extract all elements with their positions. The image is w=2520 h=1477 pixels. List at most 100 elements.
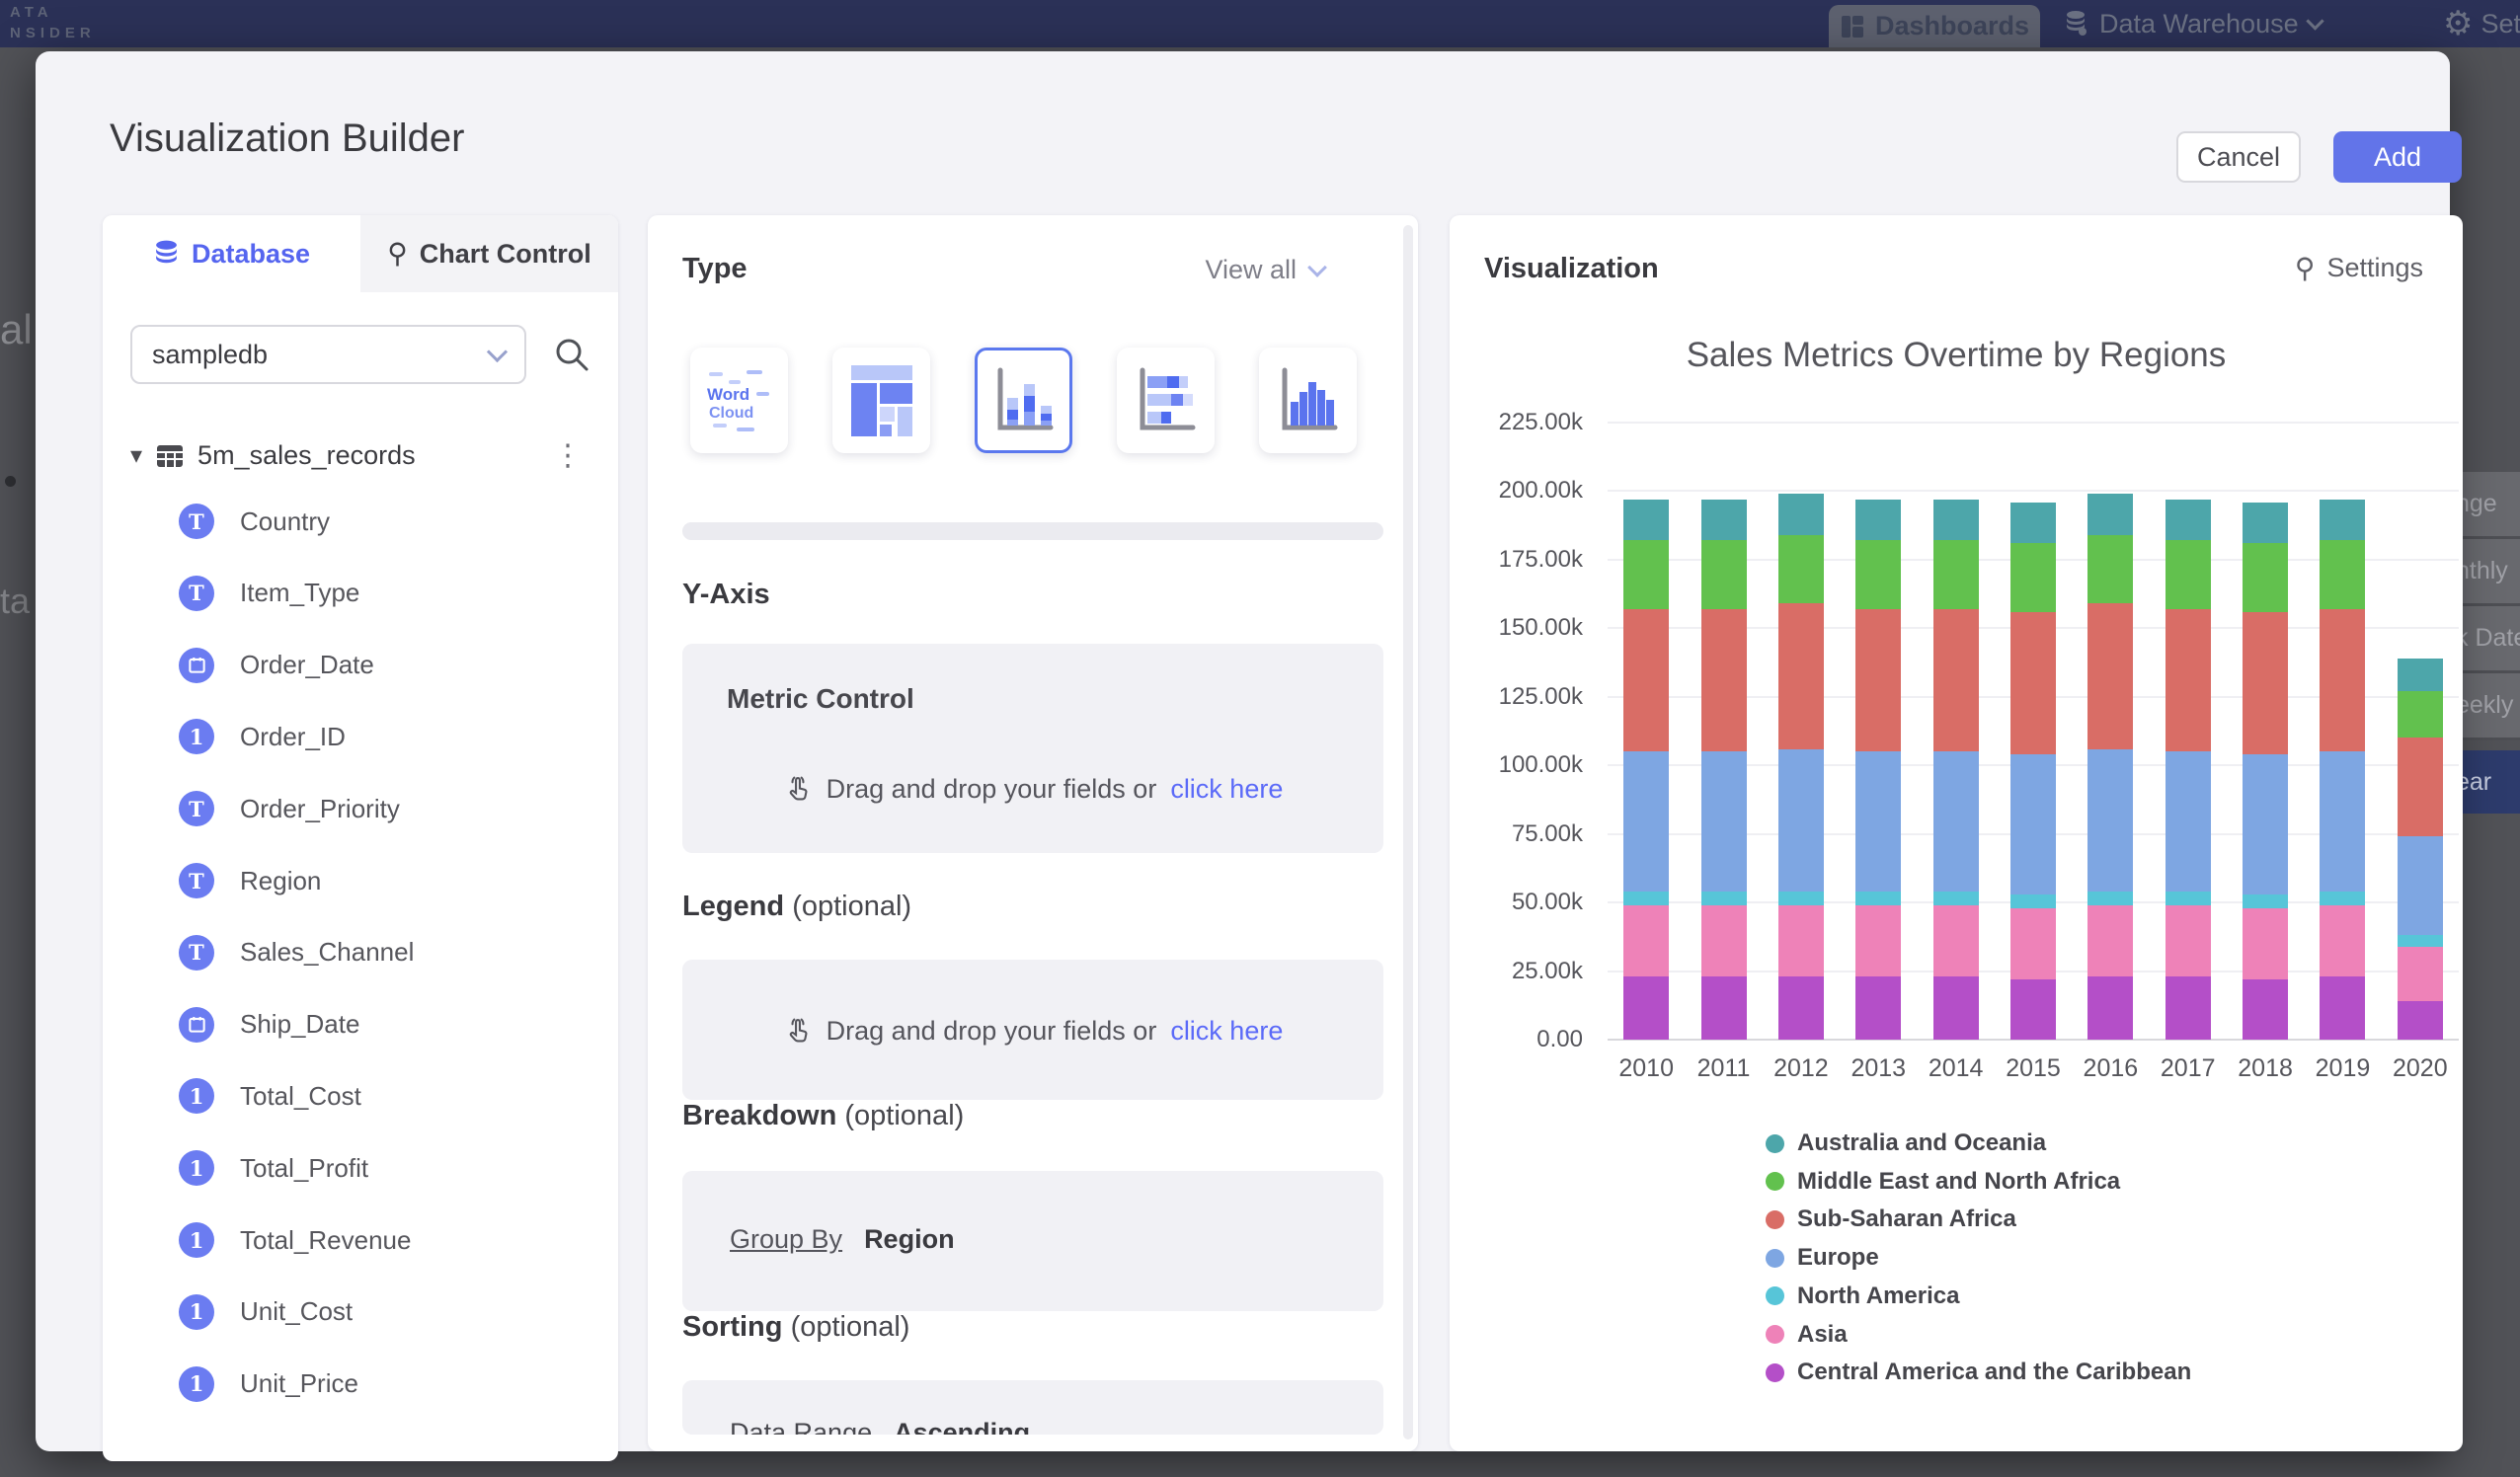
bar-segment-2018[interactable] bbox=[2243, 612, 2288, 754]
bar-segment-2012[interactable] bbox=[1778, 976, 1824, 1040]
legend-item[interactable]: Sub-Saharan Africa bbox=[1766, 1205, 2016, 1234]
bar-segment-2016[interactable] bbox=[2087, 892, 2133, 905]
bar-segment-2018[interactable] bbox=[2243, 979, 2288, 1040]
bar-segment-2020[interactable] bbox=[2398, 836, 2443, 935]
bar-segment-2019[interactable] bbox=[2320, 500, 2365, 541]
collapse-triangle-icon[interactable]: ▾ bbox=[130, 441, 142, 470]
bar-segment-2012[interactable] bbox=[1778, 905, 1824, 976]
bar-segment-2020[interactable] bbox=[2398, 659, 2443, 691]
bar-segment-2019[interactable] bbox=[2320, 892, 2365, 905]
field-row-unit_cost[interactable]: 1Unit_Cost bbox=[179, 1289, 353, 1335]
bar-segment-2020[interactable] bbox=[2398, 1001, 2443, 1040]
bar-segment-2019[interactable] bbox=[2320, 905, 2365, 976]
bar-segment-2011[interactable] bbox=[1701, 905, 1747, 976]
legend-item[interactable]: North America bbox=[1766, 1282, 1959, 1311]
bar-segment-2014[interactable] bbox=[1933, 609, 1979, 751]
legend-item[interactable]: Central America and the Caribbean bbox=[1766, 1358, 2191, 1387]
bar-segment-2017[interactable] bbox=[2166, 500, 2211, 541]
sorting-dropzone[interactable]: Data RangeAscending bbox=[682, 1380, 1383, 1435]
bar-segment-2016[interactable] bbox=[2087, 535, 2133, 603]
bar-segment-2018[interactable] bbox=[2243, 754, 2288, 894]
bar-segment-2014[interactable] bbox=[1933, 976, 1979, 1040]
tab-database[interactable]: Database bbox=[103, 215, 360, 292]
bar-segment-2018[interactable] bbox=[2243, 908, 2288, 979]
group-by-row[interactable]: Group ByRegion bbox=[730, 1224, 955, 1255]
bar-segment-2017[interactable] bbox=[2166, 609, 2211, 751]
bar-segment-2015[interactable] bbox=[2010, 894, 2056, 908]
kebab-menu-icon[interactable]: ⋮ bbox=[545, 438, 591, 473]
bar-segment-2018[interactable] bbox=[2243, 503, 2288, 544]
bar-segment-2011[interactable] bbox=[1701, 609, 1747, 751]
bar-segment-2014[interactable] bbox=[1933, 500, 1979, 541]
horizontal-scrollbar[interactable] bbox=[682, 522, 1383, 540]
group-by-label[interactable]: Group By bbox=[730, 1224, 842, 1254]
bar-segment-2015[interactable] bbox=[2010, 543, 2056, 611]
bar-segment-2017[interactable] bbox=[2166, 892, 2211, 905]
field-row-unit_price[interactable]: 1Unit_Price bbox=[179, 1361, 358, 1407]
field-row-order_date[interactable]: Order_Date bbox=[179, 643, 374, 688]
sorting-row[interactable]: Data RangeAscending bbox=[730, 1418, 1383, 1435]
bar-segment-2011[interactable] bbox=[1701, 892, 1747, 905]
legend-item[interactable]: Europe bbox=[1766, 1243, 1879, 1273]
bar-segment-2018[interactable] bbox=[2243, 543, 2288, 611]
bar-segment-2015[interactable] bbox=[2010, 503, 2056, 544]
bar-segment-2016[interactable] bbox=[2087, 603, 2133, 748]
field-row-total_revenue[interactable]: 1Total_Revenue bbox=[179, 1217, 411, 1263]
bar-segment-2011[interactable] bbox=[1701, 500, 1747, 541]
field-row-item_type[interactable]: TItem_Type bbox=[179, 571, 359, 616]
breakdown-dropzone[interactable]: Group ByRegion bbox=[682, 1171, 1383, 1311]
bar-segment-2019[interactable] bbox=[2320, 751, 2365, 892]
bar-segment-2015[interactable] bbox=[2010, 612, 2056, 754]
bar-segment-2020[interactable] bbox=[2398, 691, 2443, 738]
bar-segment-2012[interactable] bbox=[1778, 603, 1824, 748]
bar-segment-2013[interactable] bbox=[1855, 905, 1901, 976]
bar-segment-2015[interactable] bbox=[2010, 754, 2056, 894]
field-row-country[interactable]: TCountry bbox=[179, 499, 330, 544]
bar-segment-2017[interactable] bbox=[2166, 751, 2211, 892]
legend-item[interactable]: Australia and Oceania bbox=[1766, 1128, 2046, 1158]
bar-segment-2017[interactable] bbox=[2166, 540, 2211, 608]
bar-segment-2020[interactable] bbox=[2398, 738, 2443, 836]
bar-segment-2015[interactable] bbox=[2010, 908, 2056, 979]
database-select[interactable]: sampledb bbox=[130, 325, 526, 384]
bar-segment-2013[interactable] bbox=[1855, 976, 1901, 1040]
bar-segment-2016[interactable] bbox=[2087, 905, 2133, 976]
bar-segment-2019[interactable] bbox=[2320, 976, 2365, 1040]
bar-segment-2010[interactable] bbox=[1623, 751, 1669, 892]
bar-segment-2015[interactable] bbox=[2010, 979, 2056, 1040]
cancel-button[interactable]: Cancel bbox=[2176, 131, 2301, 183]
click-here-link[interactable]: click here bbox=[1170, 774, 1283, 805]
bar-segment-2016[interactable] bbox=[2087, 749, 2133, 892]
bar-segment-2012[interactable] bbox=[1778, 749, 1824, 892]
bar-segment-2013[interactable] bbox=[1855, 500, 1901, 541]
bar-segment-2017[interactable] bbox=[2166, 905, 2211, 976]
legend-dropzone[interactable]: Drag and drop your fields or click here bbox=[682, 960, 1383, 1100]
chart-type-stacked-bar[interactable] bbox=[1117, 348, 1215, 453]
bar-segment-2010[interactable] bbox=[1623, 500, 1669, 541]
chart-type-histogram[interactable] bbox=[1259, 348, 1357, 453]
bar-segment-2010[interactable] bbox=[1623, 609, 1669, 751]
bar-segment-2013[interactable] bbox=[1855, 751, 1901, 892]
metric-control-dropzone[interactable]: Metric Control Drag and drop your fields… bbox=[682, 644, 1383, 853]
bar-segment-2010[interactable] bbox=[1623, 540, 1669, 608]
bar-segment-2014[interactable] bbox=[1933, 540, 1979, 608]
bar-segment-2010[interactable] bbox=[1623, 976, 1669, 1040]
bar-segment-2010[interactable] bbox=[1623, 905, 1669, 976]
bar-segment-2011[interactable] bbox=[1701, 540, 1747, 608]
chart-type-word-cloud[interactable]: Word Cloud bbox=[690, 348, 788, 453]
bar-segment-2014[interactable] bbox=[1933, 905, 1979, 976]
field-row-sales_channel[interactable]: TSales_Channel bbox=[179, 930, 414, 975]
bar-segment-2013[interactable] bbox=[1855, 892, 1901, 905]
bar-segment-2019[interactable] bbox=[2320, 540, 2365, 608]
bar-segment-2013[interactable] bbox=[1855, 609, 1901, 751]
chart-type-treemap[interactable] bbox=[832, 348, 930, 453]
field-row-region[interactable]: TRegion bbox=[179, 858, 321, 903]
bar-segment-2020[interactable] bbox=[2398, 947, 2443, 1002]
bar-segment-2016[interactable] bbox=[2087, 494, 2133, 535]
bar-segment-2016[interactable] bbox=[2087, 976, 2133, 1040]
bar-segment-2012[interactable] bbox=[1778, 535, 1824, 603]
legend-item[interactable]: Middle East and North Africa bbox=[1766, 1167, 2120, 1197]
bar-segment-2010[interactable] bbox=[1623, 892, 1669, 905]
bar-segment-2014[interactable] bbox=[1933, 892, 1979, 905]
click-here-link[interactable]: click here bbox=[1170, 1016, 1283, 1047]
